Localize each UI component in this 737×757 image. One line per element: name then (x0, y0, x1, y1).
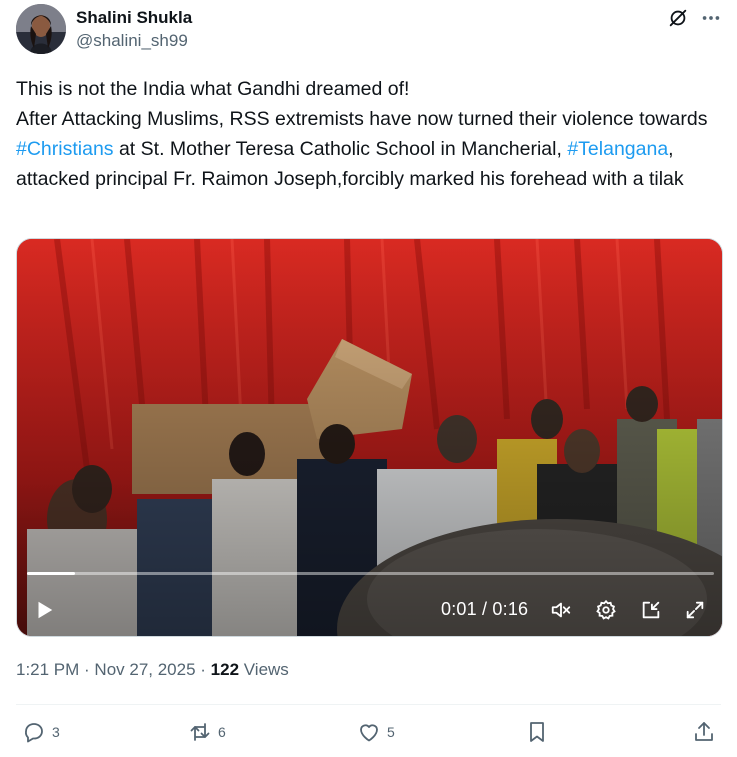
retweet-count: 6 (218, 724, 226, 740)
video-time: 0:01 / 0:16 (441, 599, 529, 619)
tweet-text-segment: After Attacking Muslims, RSS extremists … (16, 108, 708, 130)
meta-separator: · (79, 660, 95, 679)
action-bar: 3 6 5 (16, 716, 721, 750)
divider (16, 704, 721, 705)
video-controls: 0:01 / 0:16 (17, 589, 722, 629)
tweet-text: This is not the India what Gandhi dreame… (16, 74, 721, 194)
tweet-line-1: This is not the India what Gandhi dreame… (16, 78, 410, 100)
tweet-header: Shalini Shukla @shalini_sh99 (16, 4, 721, 56)
retweet-button[interactable]: 6 (188, 720, 226, 744)
author-handle[interactable]: @shalini_sh99 (76, 31, 188, 51)
meta-separator: · (195, 660, 211, 679)
picture-in-picture-icon[interactable] (637, 597, 665, 623)
heart-icon (360, 724, 378, 742)
video-progress-fill (27, 572, 76, 575)
like-count: 5 (387, 724, 395, 740)
grok-icon[interactable] (666, 6, 690, 30)
views-label: Views (239, 660, 289, 679)
tweet-time[interactable]: 1:21 PM (16, 660, 79, 679)
share-icon (695, 722, 713, 741)
tweet-meta: 1:21 PM · Nov 27, 2025 · 122 Views (16, 660, 289, 680)
tweet-line-2: After Attacking Muslims, RSS extremists … (16, 104, 721, 194)
more-icon[interactable] (699, 6, 723, 30)
video-frame (17, 239, 722, 636)
hashtag-telangana[interactable]: #Telangana (567, 138, 668, 160)
bookmark-button[interactable] (525, 720, 549, 744)
video-progress-bar[interactable] (27, 572, 714, 575)
avatar[interactable] (16, 4, 66, 54)
like-button[interactable]: 5 (357, 720, 395, 744)
tweet-text-segment: at St. Mother Teresa Catholic School in … (113, 138, 568, 160)
author-name[interactable]: Shalini Shukla (76, 8, 192, 28)
retweet-icon (190, 723, 210, 741)
reply-icon (25, 723, 43, 743)
video-player[interactable]: 0:01 / 0:16 (16, 238, 723, 637)
share-button[interactable] (692, 720, 716, 744)
reply-count: 3 (52, 724, 60, 740)
fullscreen-icon[interactable] (681, 597, 709, 623)
volume-muted-icon[interactable] (547, 597, 575, 623)
views-count: 122 (210, 660, 240, 679)
reply-button[interactable]: 3 (22, 720, 60, 744)
gear-icon[interactable] (592, 597, 620, 623)
play-icon[interactable] (31, 597, 57, 623)
hashtag-christians[interactable]: #Christians (16, 138, 114, 160)
bookmark-icon (530, 722, 544, 742)
tweet-date[interactable]: Nov 27, 2025 (94, 660, 195, 679)
